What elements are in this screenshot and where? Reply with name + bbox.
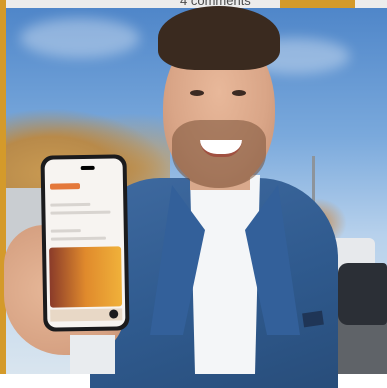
pocket — [302, 310, 324, 328]
shirt-cuff — [70, 335, 115, 374]
app-chip — [49, 183, 81, 190]
parked-car — [338, 263, 387, 325]
smartphone — [40, 154, 130, 332]
frame-accent — [0, 8, 6, 374]
phone-screen — [44, 158, 126, 328]
app-event-card — [49, 246, 123, 308]
eye-right — [232, 90, 246, 96]
app-play-icon — [109, 309, 119, 319]
eye-left — [190, 90, 204, 96]
accent-bar-left — [0, 0, 6, 8]
hair — [158, 6, 280, 70]
camera-notch — [80, 165, 95, 171]
accent-bar-right — [280, 0, 355, 8]
